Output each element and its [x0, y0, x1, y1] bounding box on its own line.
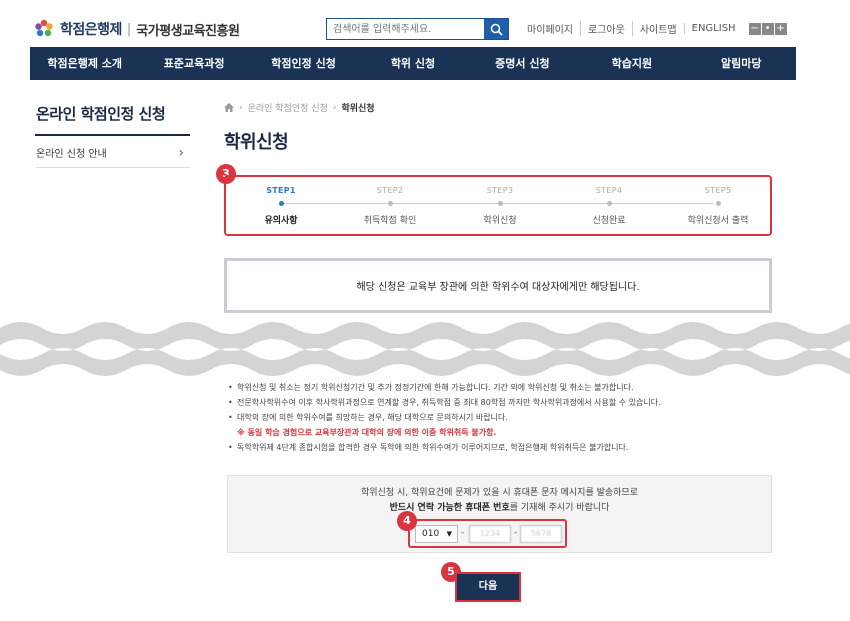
- list-item: 학위신청 및 취소는 정기 학위신청기간 및 추가 정정기간에 한해 가능합니다…: [228, 380, 661, 395]
- step-dot: [278, 201, 284, 206]
- breadcrumb-sep: ›: [239, 102, 243, 113]
- mypage-link[interactable]: 마이페이지: [527, 21, 580, 36]
- zoom-in-button[interactable]: +: [774, 22, 787, 35]
- phone-number-section: 학위신청 시, 학위요건에 문제가 있을 시 휴대폰 문자 메시지를 발송하므로…: [227, 475, 772, 553]
- phone-prefix-value: 010: [422, 529, 440, 539]
- org-name: 국가평생교육진흥원: [136, 23, 240, 39]
- logout-link[interactable]: 로그아웃: [580, 21, 632, 36]
- search-bar: [326, 18, 509, 40]
- step-label: 취득학점 확인: [363, 216, 417, 226]
- step-1: STEP1 유의사항: [226, 186, 336, 226]
- step-3: STEP3 학위신청: [445, 186, 555, 226]
- eligibility-notice: 해당 신청은 교육부 장관에 의한 학위수여 대상자에게만 해당됩니다.: [224, 258, 772, 313]
- phone-prefix-select[interactable]: 010 ▼: [415, 525, 458, 543]
- list-item: 독학학위제 4단계 종합시험을 합격한 경우 독학에 의한 학위수여가 이루어지…: [228, 440, 661, 455]
- step-number: STEP4: [595, 186, 623, 195]
- lnb-item-guide[interactable]: 온라인 신청 안내 ›: [36, 138, 190, 168]
- step-number: STEP2: [376, 186, 404, 195]
- step-label: 학위신청: [483, 216, 517, 226]
- phone-middle-input[interactable]: 1234: [469, 525, 511, 543]
- chevron-down-icon: ▼: [446, 530, 452, 538]
- list-item: 전문학사학위수여 이후 학사학위과정으로 연계할 경우, 취득학점 중 최대 8…: [228, 395, 661, 410]
- step-badge-4: 4: [397, 511, 417, 531]
- phone-dash: -: [461, 528, 465, 538]
- page-title: 학위신청: [224, 132, 289, 153]
- warning-text: ※ 동일 학습 경험으로 교육부장관과 대학의 장에 의한 이중 학위취득 불가…: [237, 428, 497, 437]
- lnb-title: 온라인 학점인정 신청: [36, 105, 166, 123]
- step-5: STEP5 학위신청서 출력: [663, 186, 773, 226]
- lnb-item-label: 온라인 신청 안내: [36, 149, 107, 160]
- brand-name: 학점은행제: [60, 22, 122, 38]
- search-button[interactable]: [484, 19, 508, 39]
- step-dot: [387, 201, 393, 206]
- list-item: 대학의 장에 의한 학위수여를 희망하는 경우, 해당 대학으로 문의하시기 바…: [228, 410, 661, 425]
- step-progress: STEP1 유의사항 STEP2 취득학점 확인 STEP3 학위신청 STEP…: [224, 175, 772, 236]
- lnb-divider: [35, 134, 190, 136]
- step-number: STEP1: [266, 186, 296, 195]
- next-button[interactable]: 다음: [455, 572, 521, 602]
- utility-nav: 마이페이지 로그아웃 사이트맵 ENGLISH − • +: [527, 21, 787, 36]
- zoom-out-button[interactable]: −: [748, 22, 761, 35]
- wavy-cut-divider: [0, 322, 850, 376]
- breadcrumb: › 온라인 학점인정 신청 › 학위신청: [224, 101, 375, 114]
- step-dot: [606, 201, 612, 206]
- zoom-controls: − • +: [748, 22, 787, 35]
- step-label: 학위신청서 출력: [687, 216, 749, 226]
- chevron-right-icon: ›: [178, 144, 184, 161]
- step-number: STEP5: [704, 186, 732, 195]
- step-2: STEP2 취득학점 확인: [335, 186, 445, 226]
- logo-flower-icon: [35, 19, 53, 37]
- phone-instruction-rest: 를 기재해 주시기 바랍니다: [509, 503, 610, 513]
- step-number: STEP3: [486, 186, 514, 195]
- breadcrumb-sep: ›: [332, 102, 337, 113]
- search-icon: [490, 23, 503, 36]
- brand-separator: |: [126, 21, 132, 37]
- phone-instruction: 학위신청 시, 학위요건에 문제가 있을 시 휴대폰 문자 메시지를 발송하므로: [360, 488, 638, 498]
- zoom-reset-button[interactable]: •: [761, 22, 774, 35]
- phone-last-input[interactable]: 5678: [520, 525, 562, 543]
- nav-about[interactable]: 학점은행제 소개: [30, 47, 139, 80]
- main-nav: 학점은행제 소개 표준교육과정 학점인정 신청 학위 신청 증명서 신청 학습지…: [30, 47, 796, 80]
- step-dot: [497, 201, 503, 206]
- home-icon[interactable]: [224, 103, 234, 112]
- nav-curriculum[interactable]: 표준교육과정: [139, 47, 248, 80]
- step-dot: [715, 201, 721, 206]
- search-input[interactable]: [327, 19, 484, 39]
- phone-instruction-2: 반드시 연락 가능한 휴대폰 번호를 기재해 주시기 바랍니다: [228, 500, 771, 513]
- site-logo[interactable]: 학점은행제 | 국가평생교육진흥원: [33, 18, 240, 40]
- step-4: STEP4 신청완료: [554, 186, 664, 226]
- breadcrumb-current: 학위신청: [341, 104, 375, 114]
- nav-support[interactable]: 학습지원: [577, 47, 686, 80]
- phone-dash: -: [514, 528, 518, 538]
- nav-certificate[interactable]: 증명서 신청: [468, 47, 577, 80]
- breadcrumb-item[interactable]: 온라인 학점인정 신청: [248, 101, 328, 114]
- step-label: 유의사항: [264, 216, 298, 226]
- phone-input-group: 010 ▼ - 1234 - 5678: [408, 519, 567, 548]
- notice-list: 학위신청 및 취소는 정기 학위신청기간 및 추가 정정기간에 한해 가능합니다…: [228, 380, 661, 455]
- nav-notice[interactable]: 알림마당: [687, 47, 796, 80]
- nav-degree-apply[interactable]: 학위 신청: [358, 47, 467, 80]
- english-link[interactable]: ENGLISH: [683, 23, 743, 34]
- step-label: 신청완료: [592, 216, 626, 226]
- sitemap-link[interactable]: 사이트맵: [631, 21, 684, 36]
- nav-credit-apply[interactable]: 학점인정 신청: [249, 47, 358, 80]
